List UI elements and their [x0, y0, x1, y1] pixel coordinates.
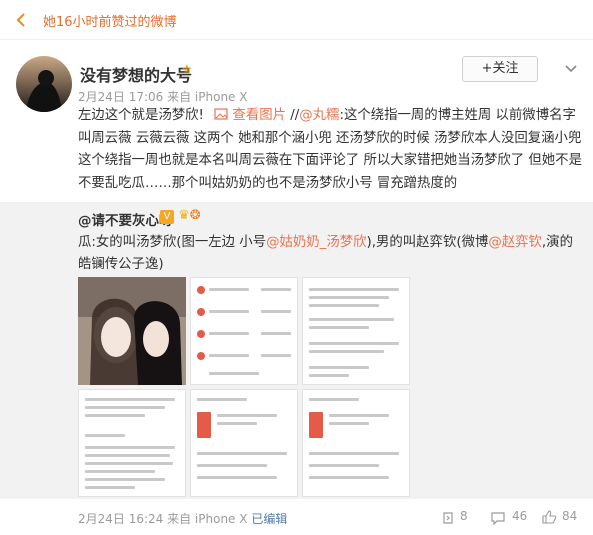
like-count: 84: [562, 509, 578, 523]
repost-count: 8: [460, 509, 468, 523]
chevron-down-icon[interactable]: [564, 64, 578, 74]
screenshot-thumbnail-5[interactable]: [302, 389, 410, 497]
repost-username[interactable]: @请不要灰心呀: [78, 209, 173, 229]
follow-button[interactable]: +关注: [462, 56, 538, 82]
liked-notice: 她16小时前赞过的微博: [43, 15, 177, 30]
gold-vip-icon: ⚜: [181, 63, 193, 78]
repost-icon[interactable]: [441, 511, 455, 525]
avatar[interactable]: [16, 56, 72, 112]
comment-icon[interactable]: [490, 511, 506, 525]
repost-text-1: 瓜:女的叫汤梦欣(图一左边 小号: [78, 235, 267, 250]
username[interactable]: 没有梦想的大号: [80, 62, 192, 86]
like-icon[interactable]: [541, 510, 557, 525]
screenshot-thumbnail-2[interactable]: [302, 277, 410, 385]
post-text-intro: 左边这个就是汤梦欣!: [78, 108, 204, 123]
repost-text-2: ),男的叫赵弈钦(微博: [366, 235, 489, 250]
post-footer: 2月24日 16:24 来自 iPhone X 已编辑 8 46 84: [0, 505, 593, 535]
mention-link[interactable]: @丸糯: [299, 108, 339, 123]
photo-thumbnail[interactable]: [78, 277, 186, 385]
mention-link-2[interactable]: @姑奶奶_汤梦欣: [266, 235, 366, 250]
post-meta: 2月24日 17:06 来自 iPhone X: [78, 90, 248, 104]
comment-count: 46: [512, 509, 528, 523]
repost-text: 瓜:女的叫汤梦欣(图一左边 小号@姑奶奶_汤梦欣),男的叫赵弈钦(微博@赵弈钦,…: [78, 232, 583, 276]
edited-label[interactable]: 已编辑: [251, 512, 287, 526]
badge-icons: V ♛❂: [160, 208, 201, 224]
image-icon: [214, 108, 228, 120]
post-text: 左边这个就是汤梦欣! 查看图片 //@丸糯:这个绕指一周的博主姓周 以前微博名字…: [78, 105, 583, 195]
view-image-link[interactable]: 查看图片: [232, 108, 286, 123]
screenshot-thumbnail-1[interactable]: [190, 277, 298, 385]
top-bar: 她16小时前赞过的微博: [0, 0, 593, 40]
repost-separator: //: [290, 108, 300, 123]
back-arrow-icon[interactable]: [14, 12, 28, 28]
repost-meta: 2月24日 16:24 来自 iPhone X 已编辑: [78, 512, 288, 526]
screenshot-thumbnail-3[interactable]: [78, 389, 186, 497]
mention-link-3[interactable]: @赵弈钦: [488, 235, 542, 250]
screenshot-thumbnail-4[interactable]: [190, 389, 298, 497]
